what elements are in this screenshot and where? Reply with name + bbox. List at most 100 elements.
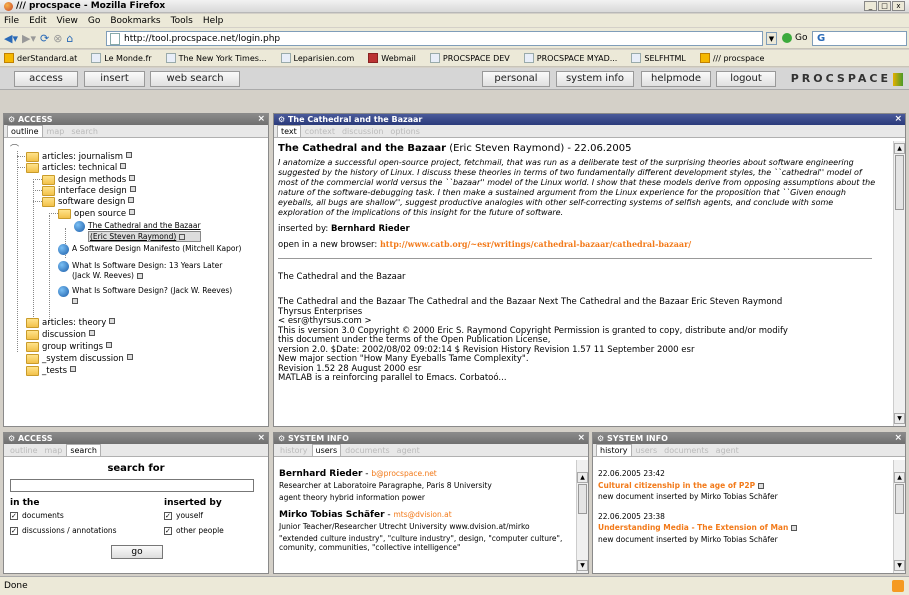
tree-item[interactable]: interface design — [42, 186, 136, 196]
document-scrollbar[interactable]: ▲ ▼ — [893, 141, 905, 426]
rss-icon[interactable] — [892, 580, 904, 592]
checkbox-checked-icon[interactable]: ✓ — [10, 526, 18, 535]
menu-edit[interactable]: Edit — [29, 16, 46, 26]
tree-item[interactable]: group writings — [26, 342, 113, 352]
close-icon[interactable]: × — [257, 433, 265, 444]
scroll-thumb[interactable] — [895, 155, 904, 210]
tab-agent[interactable]: agent — [394, 445, 423, 456]
back-icon[interactable]: ◀▾ — [4, 32, 18, 45]
tree-item[interactable]: design methods — [42, 175, 136, 185]
bookmark-item[interactable]: The New York Times... — [162, 53, 267, 63]
search-input[interactable]: G — [812, 31, 907, 46]
tree-item[interactable]: articles: journalism — [26, 152, 132, 162]
youself-option[interactable]: ✓ youself — [164, 511, 203, 520]
tab-history[interactable]: history — [596, 444, 632, 456]
tab-map[interactable]: map — [44, 126, 68, 137]
toggle-icon[interactable] — [89, 330, 96, 336]
tree-item[interactable]: software design — [42, 197, 135, 207]
tab-documents[interactable]: documents — [661, 445, 712, 456]
bookmark-item[interactable]: Webmail — [364, 53, 416, 63]
reload-icon[interactable]: ⟳ — [40, 32, 49, 45]
tree-item[interactable]: articles: theory — [26, 318, 116, 328]
tree-item[interactable]: What Is Software Design? (Jack W. Reeves… — [58, 286, 232, 305]
tab-outline[interactable]: outline — [7, 125, 43, 137]
toggle-icon[interactable] — [758, 482, 765, 489]
insert-button[interactable]: insert — [84, 71, 145, 87]
tab-discussion[interactable]: discussion — [339, 126, 386, 137]
tree-item[interactable]: _system discussion — [26, 354, 133, 364]
menu-bookmarks[interactable]: Bookmarks — [110, 16, 160, 26]
close-icon[interactable]: × — [894, 433, 902, 444]
tree-item[interactable]: _tests — [26, 366, 77, 376]
menu-go[interactable]: Go — [88, 16, 100, 26]
tree-item-selected[interactable]: The Cathedral and the Bazaar (Eric Steven… — [74, 221, 201, 242]
checkbox-checked-icon[interactable]: ✓ — [164, 511, 172, 520]
tab-outline[interactable]: outline — [7, 445, 41, 456]
scroll-up-icon[interactable]: ▲ — [577, 472, 588, 483]
minimize-icon[interactable]: _ — [864, 1, 877, 11]
toggle-icon[interactable] — [136, 272, 143, 279]
tab-history[interactable]: history — [277, 445, 311, 456]
scroll-down-icon[interactable]: ▼ — [894, 413, 905, 424]
system-info-button[interactable]: system info — [556, 71, 634, 87]
scroll-up-icon[interactable]: ▲ — [894, 143, 905, 154]
bookmark-item[interactable]: PROCSPACE DEV — [426, 53, 510, 63]
toggle-icon[interactable] — [120, 163, 127, 169]
close-icon[interactable]: x — [892, 1, 905, 11]
toggle-icon[interactable] — [129, 175, 136, 181]
tab-context[interactable]: context — [302, 126, 338, 137]
user-email[interactable]: mts@dvision.at — [394, 510, 452, 519]
url-bar[interactable]: http://tool.procspace.net/login.php — [106, 31, 763, 46]
home-icon[interactable]: ⌂ — [66, 32, 73, 45]
access-button[interactable]: access — [14, 71, 78, 87]
tree-item[interactable]: open source — [58, 209, 136, 219]
tab-documents[interactable]: documents — [342, 445, 393, 456]
forward-icon[interactable]: ▶▾ — [22, 32, 36, 45]
toggle-icon[interactable] — [791, 525, 798, 531]
menu-tools[interactable]: Tools — [171, 16, 193, 26]
user-email[interactable]: b@procspace.net — [371, 469, 436, 478]
scroll-down-icon[interactable]: ▼ — [577, 560, 588, 571]
tree-item[interactable]: What Is Software Design: 13 Years Later(… — [58, 261, 222, 280]
scroll-up-icon[interactable]: ▲ — [894, 472, 905, 483]
toggle-icon[interactable] — [70, 366, 77, 372]
toggle-icon[interactable] — [128, 197, 135, 203]
history-scrollbar[interactable]: ▲ ▼ — [893, 460, 905, 573]
web-search-button[interactable]: web search — [150, 71, 240, 87]
checkbox-checked-icon[interactable]: ✓ — [10, 511, 18, 520]
go-search-button[interactable]: go — [111, 545, 163, 559]
scroll-thumb[interactable] — [578, 484, 587, 514]
tab-agent[interactable]: agent — [713, 445, 742, 456]
tab-text[interactable]: text — [277, 125, 301, 137]
toggle-icon[interactable] — [126, 354, 133, 360]
tab-map[interactable]: map — [42, 445, 66, 456]
history-title[interactable]: Understanding Media - The Extension of M… — [598, 523, 888, 533]
toggle-icon[interactable] — [179, 233, 186, 240]
tree-item[interactable]: articles: technical — [26, 163, 127, 173]
personal-button[interactable]: personal — [482, 71, 550, 87]
checkbox-checked-icon[interactable]: ✓ — [164, 526, 172, 535]
tab-search[interactable]: search — [66, 444, 101, 456]
history-title[interactable]: Cultural citizenship in the age of P2P — [598, 481, 888, 491]
other-people-option[interactable]: ✓ other people — [164, 526, 224, 535]
scroll-down-icon[interactable]: ▼ — [894, 560, 905, 571]
tab-search[interactable]: search — [68, 126, 101, 137]
toggle-icon[interactable] — [129, 186, 136, 192]
close-icon[interactable]: × — [894, 114, 902, 125]
close-icon[interactable]: × — [257, 114, 265, 125]
scroll-thumb[interactable] — [895, 484, 904, 514]
go-button[interactable]: Go — [782, 33, 807, 43]
bookmark-item[interactable]: PROCSPACE MYAD... — [520, 53, 617, 63]
close-icon[interactable]: × — [577, 433, 585, 444]
toggle-icon[interactable] — [129, 209, 136, 215]
logout-button[interactable]: logout — [716, 71, 776, 87]
menu-help[interactable]: Help — [203, 16, 224, 26]
menu-file[interactable]: File — [4, 16, 19, 26]
bookmark-item[interactable]: /// procspace — [696, 53, 764, 63]
bookmark-item[interactable]: Leparisien.com — [277, 53, 354, 63]
url-dropdown-icon[interactable]: ▼ — [766, 32, 777, 45]
tree-item[interactable]: A Software Design Manifesto (Mitchell Ka… — [58, 244, 241, 255]
toggle-icon[interactable] — [125, 152, 132, 158]
tab-users[interactable]: users — [633, 445, 661, 456]
source-link[interactable]: http://www.catb.org/~esr/writings/cathed… — [380, 239, 691, 249]
